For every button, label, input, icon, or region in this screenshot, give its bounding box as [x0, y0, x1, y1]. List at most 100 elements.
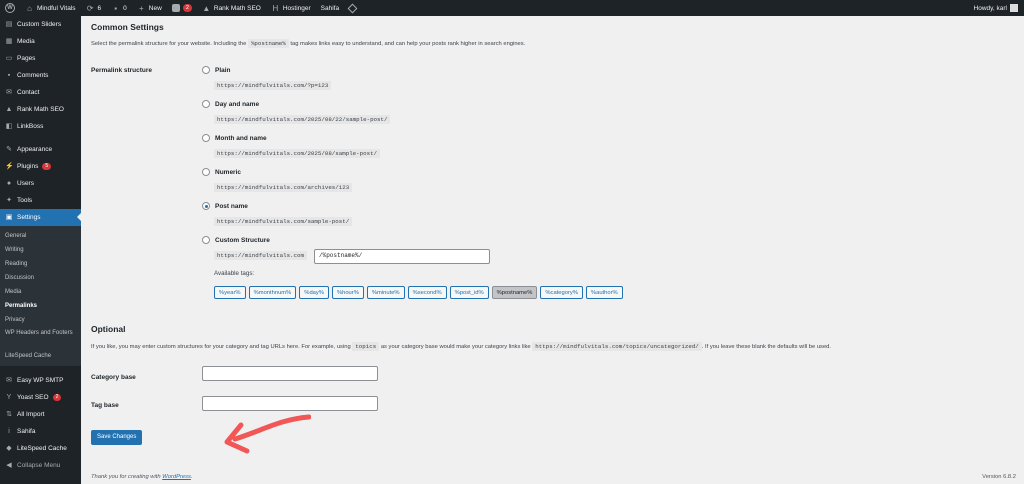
- yoast-count-badge: 2: [182, 4, 192, 12]
- comments-menu[interactable]: ▪ 0: [106, 0, 132, 16]
- page-icon: ▭: [5, 54, 13, 62]
- main-content: Common Settings Select the permalink str…: [81, 16, 1024, 484]
- optional-heading: Optional: [91, 324, 126, 334]
- media-icon: ▦: [5, 37, 13, 45]
- radio-button[interactable]: [202, 134, 210, 142]
- tag-button-day[interactable]: %day%: [299, 286, 329, 299]
- option-label: Day and name: [215, 100, 260, 108]
- radio-button[interactable]: [202, 202, 210, 210]
- hostinger-menu[interactable]: H Hostinger: [266, 0, 316, 16]
- sidebar-item-contact[interactable]: ✉ Contact: [0, 84, 81, 101]
- sidebar-item-settings[interactable]: ▣ Settings: [0, 209, 81, 226]
- submenu-item-reading[interactable]: Reading: [0, 257, 81, 271]
- sidebar-item-label: Media: [17, 38, 35, 45]
- sidebar-item-label: Comments: [17, 72, 49, 79]
- yoast-icon: Y: [6, 393, 12, 401]
- tag-button-postname[interactable]: %postname%: [491, 286, 538, 299]
- save-changes-button[interactable]: Save Changes: [91, 430, 143, 445]
- diamond-menu[interactable]: [344, 0, 361, 16]
- option-custom-structure[interactable]: Custom Structure: [202, 236, 270, 244]
- sidebar-item-pages[interactable]: ▭ Pages: [0, 50, 81, 67]
- sidebar-item-all-import[interactable]: ⇅ All Import: [0, 406, 81, 423]
- sidebar-item-comments[interactable]: ▪ Comments: [0, 67, 81, 84]
- tag-button-second[interactable]: %second%: [407, 286, 447, 299]
- option-label: Post name: [215, 202, 248, 210]
- permalink-example: https://mindfulvitals.com/sample-post/: [214, 217, 353, 226]
- sidebar-item-label: LiteSpeed Cache: [17, 445, 67, 452]
- option-post-name[interactable]: Post name: [202, 202, 248, 210]
- radio-button[interactable]: [202, 66, 210, 74]
- sahifa-menu[interactable]: Sahifa: [316, 0, 344, 16]
- sidebar-item-tools[interactable]: ✦ Tools: [0, 192, 81, 209]
- sidebar-item-easy-wp-smtp[interactable]: ✉ Easy WP SMTP: [0, 372, 81, 389]
- sidebar-item-yoast-seo[interactable]: Y Yoast SEO 2: [0, 389, 81, 406]
- sidebar-item-appearance[interactable]: ✎ Appearance: [0, 141, 81, 158]
- permalink-example: https://mindfulvitals.com/archives/123: [214, 183, 353, 192]
- sidebar-item-users[interactable]: ● Users: [0, 175, 81, 192]
- sidebar-item-media[interactable]: ▦ Media: [0, 33, 81, 50]
- plugin-icon: ⚡: [5, 162, 14, 170]
- option-day-and-name[interactable]: Day and name: [202, 100, 259, 108]
- sidebar-item-label: LinkBoss: [17, 123, 44, 130]
- tag-button-year[interactable]: %year%: [214, 286, 246, 299]
- category-base-input[interactable]: [202, 366, 378, 381]
- option-month-and-name[interactable]: Month and name: [202, 134, 267, 142]
- sidebar-item-label: All Import: [17, 411, 45, 418]
- sidebar-item-label: Appearance: [17, 146, 53, 153]
- users-icon: ●: [6, 179, 12, 187]
- sidebar-item-label: Contact: [17, 89, 40, 96]
- tag-button-hour[interactable]: %hour%: [331, 286, 364, 299]
- tag-button-monthnum[interactable]: %monthnum%: [248, 286, 297, 299]
- wp-logo-menu[interactable]: W: [0, 0, 20, 16]
- sidebar-item-plugins[interactable]: ⚡ Plugins 5: [0, 158, 81, 175]
- rankmath-menu[interactable]: ▲ Rank Math SEO: [197, 0, 266, 16]
- sidebar-item-label: Pages: [17, 55, 36, 62]
- submenu-item-general[interactable]: General: [0, 229, 81, 243]
- wordpress-link[interactable]: WordPress: [162, 474, 191, 480]
- submenu-item-litespeed-cache[interactable]: LiteSpeed Cache: [0, 349, 81, 363]
- sidebar-item-label: Plugins: [17, 163, 39, 170]
- account-menu[interactable]: Howdy, karl: [974, 4, 1024, 12]
- option-plain[interactable]: Plain: [202, 66, 231, 74]
- radio-button[interactable]: [202, 236, 210, 244]
- sidebar-item-sahifa[interactable]: i Sahifa: [0, 423, 81, 440]
- submenu-item-discussion[interactable]: Discussion: [0, 271, 81, 285]
- footer-thanks: Thank you for creating with WordPress.: [91, 474, 193, 480]
- sidebar-item-rank-math-seo[interactable]: ▲ Rank Math SEO: [0, 101, 81, 118]
- comment-icon: ▪: [114, 3, 118, 13]
- sidebar-item-custom-sliders[interactable]: ▤ Custom Sliders: [0, 16, 81, 33]
- custom-structure-input[interactable]: /%postname%/: [314, 249, 490, 264]
- tag-button-minute[interactable]: %minute%: [366, 286, 405, 299]
- sidebar-item-litespeed-cache[interactable]: ◆ LiteSpeed Cache: [0, 440, 81, 457]
- option-numeric[interactable]: Numeric: [202, 168, 241, 176]
- sidebar-item-collapse-menu[interactable]: ◀ Collapse Menu: [0, 457, 81, 474]
- site-name-menu[interactable]: ⌂ Mindful Vitals: [20, 0, 81, 16]
- yoast-menu[interactable]: 2: [167, 0, 197, 16]
- available-tags-label: Available tags:: [214, 270, 255, 277]
- rankmath-icon: ▲: [202, 3, 211, 13]
- updates-count: 6: [97, 4, 102, 12]
- radio-button[interactable]: [202, 168, 210, 176]
- settings-icon: ▣: [5, 213, 13, 221]
- import-icon: ⇅: [6, 410, 12, 418]
- submenu-item-media[interactable]: Media: [0, 285, 81, 299]
- new-content-menu[interactable]: + New: [132, 0, 167, 16]
- submenu-item-privacy[interactable]: Privacy: [0, 313, 81, 327]
- option-label: Numeric: [215, 168, 242, 176]
- sidebar-item-label: Users: [17, 180, 34, 187]
- tag-button-category[interactable]: %category%: [540, 286, 583, 299]
- sidebar-item-label: Custom Sliders: [17, 21, 62, 28]
- submenu-item-writing[interactable]: Writing: [0, 243, 81, 257]
- tag-button-post-id[interactable]: %post_id%: [449, 286, 489, 299]
- common-settings-heading: Common Settings: [91, 22, 164, 32]
- submenu-item-wp-headers-and-footers[interactable]: WP Headers and Footers: [0, 327, 81, 349]
- admin-bar: W ⌂ Mindful Vitals ⟳ 6 ▪ 0 + New 2 ▲ Rank Mat…: [0, 0, 1024, 16]
- avatar: [1010, 4, 1018, 12]
- mail-icon: ✉: [6, 88, 12, 96]
- submenu-item-permalinks[interactable]: Permalinks: [0, 299, 81, 313]
- radio-button[interactable]: [202, 100, 210, 108]
- tag-button-author[interactable]: %author%: [585, 286, 623, 299]
- litespeed-icon: ◆: [6, 444, 12, 452]
- sidebar-item-linkboss[interactable]: ◧ LinkBoss: [0, 118, 81, 135]
- updates-menu[interactable]: ⟳ 6: [81, 0, 107, 16]
